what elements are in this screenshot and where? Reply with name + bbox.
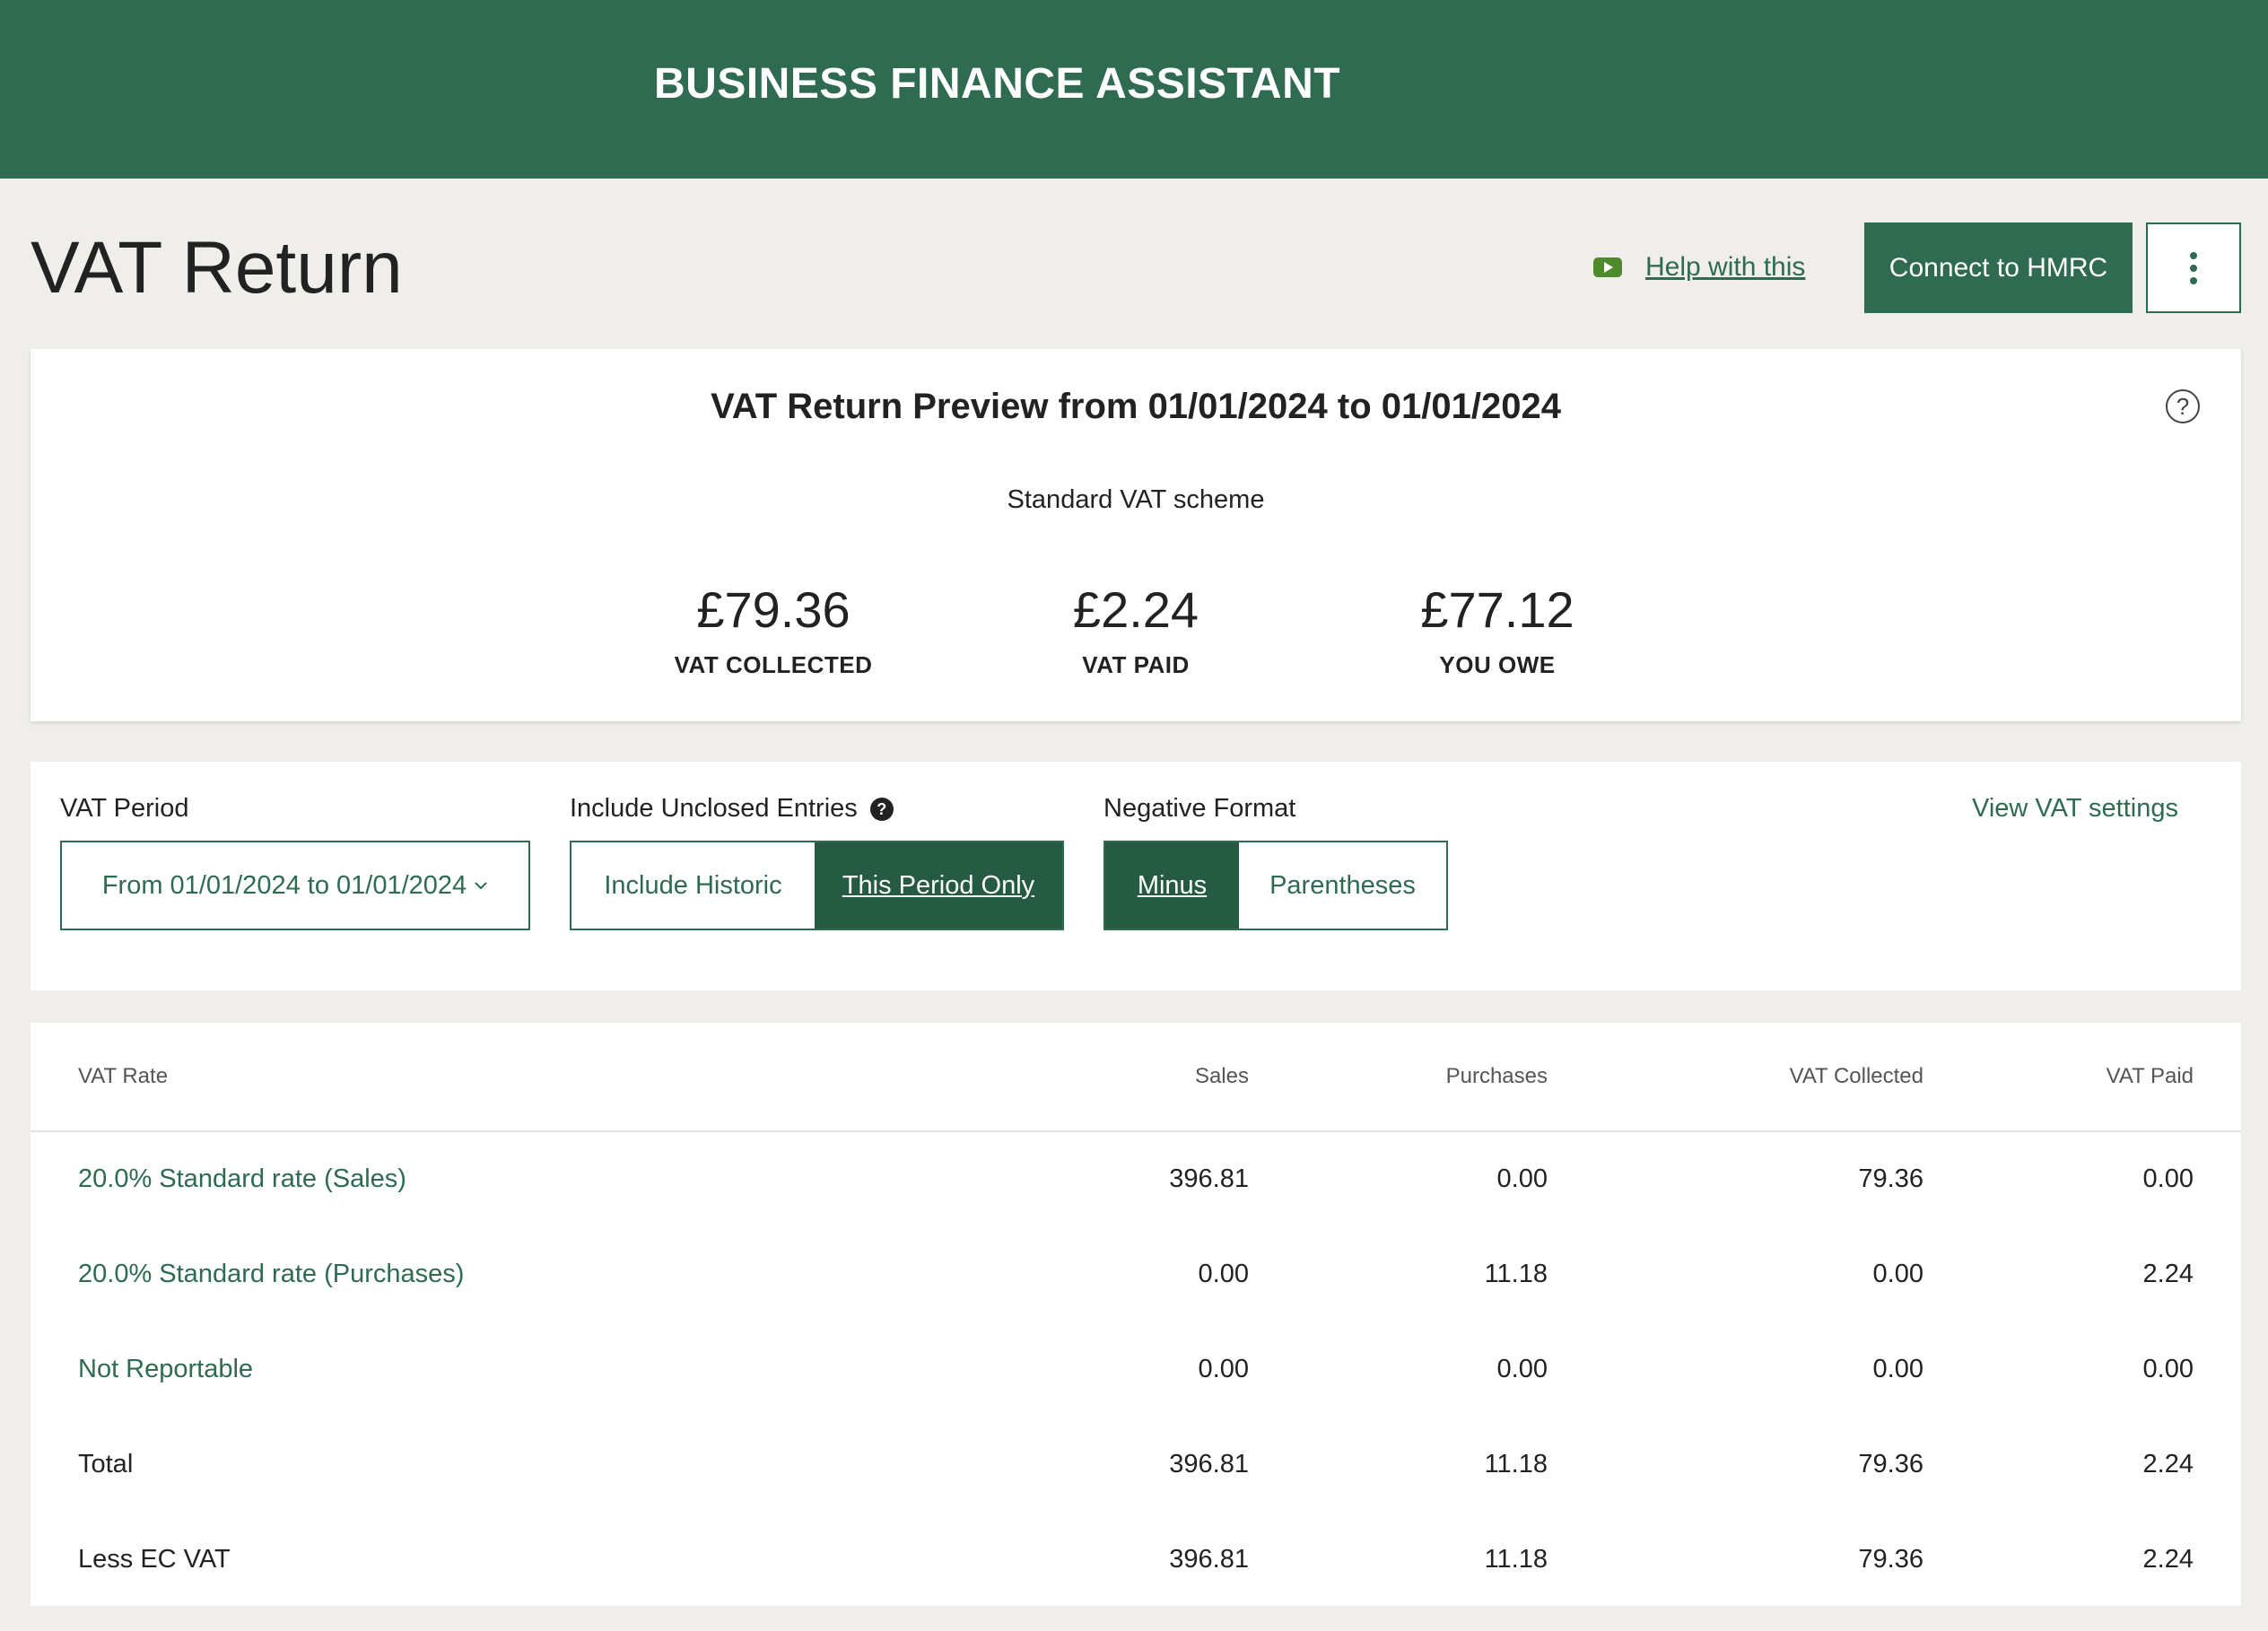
column-header: Sales <box>928 1023 1249 1132</box>
sales-cell: 396.81 <box>1169 1164 1249 1193</box>
stat-label: VAT PAID <box>1082 651 1190 678</box>
negative-format-label: Negative Format <box>1103 794 1296 823</box>
top-bar: BUSINESS FINANCE ASSISTANT <box>0 0 2268 179</box>
stat-label: YOU OWE <box>1439 651 1556 678</box>
vat-rate-link[interactable]: Not Reportable <box>31 1321 928 1417</box>
vat-collected-cell: 0.00 <box>1872 1354 1923 1383</box>
table-header-row: VAT Rate Sales Purchases VAT Collected V… <box>31 1023 2241 1132</box>
stat-vat-collected: £79.36 VAT COLLECTED <box>639 580 908 679</box>
info-icon[interactable]: ? <box>869 798 894 821</box>
purchases-cell: 0.00 <box>1496 1354 1548 1383</box>
purchases-cell: 11.18 <box>1484 1544 1548 1574</box>
vat-collected-cell: 79.36 <box>1858 1449 1923 1478</box>
vat-collected-cell: 79.36 <box>1858 1544 1923 1574</box>
table-row: 20.0% Standard rate (Sales) 396.81 0.00 … <box>31 1131 2241 1226</box>
vat-rate-label: Total <box>78 1449 134 1478</box>
vat-rate-link[interactable]: 20.0% Standard rate (Purchases) <box>31 1226 928 1321</box>
help-link[interactable]: Help with this <box>1593 249 1805 285</box>
unclosed-entries-label-text: Include Unclosed Entries <box>570 794 858 823</box>
filters-card: VAT Period From 01/01/2024 to 01/01/2024… <box>31 762 2241 990</box>
column-header: VAT Rate <box>31 1023 928 1132</box>
vat-rate-table-card: VAT Rate Sales Purchases VAT Collected V… <box>31 1023 2241 1606</box>
vat-period-value: From 01/01/2024 to 01/01/2024 <box>101 870 467 900</box>
parentheses-option[interactable]: Parentheses <box>1239 842 1446 929</box>
vat-scheme: Standard VAT scheme <box>1007 485 1265 514</box>
more-vertical-icon <box>2190 276 2197 284</box>
brand-title: BUSINESS FINANCE ASSISTANT <box>654 60 1341 108</box>
more-vertical-icon <box>2190 251 2197 259</box>
help-circle-icon[interactable]: ? <box>2166 389 2200 423</box>
vat-rate-link[interactable]: 20.0% Standard rate (Sales) <box>31 1131 928 1226</box>
purchases-cell: 11.18 <box>1484 1259 1548 1288</box>
stat-amount: £2.24 <box>1072 581 1199 638</box>
chevron-down-icon <box>475 882 487 890</box>
stat-amount: £77.12 <box>1420 581 1575 638</box>
vat-period-select[interactable]: From 01/01/2024 to 01/01/2024 <box>60 841 530 930</box>
vat-rate-label: Less EC VAT <box>78 1544 231 1574</box>
view-vat-settings-link[interactable]: View VAT settings <box>1972 794 2178 824</box>
negative-format-toggle: Minus Parentheses <box>1103 841 1448 930</box>
stat-vat-paid: £2.24 VAT PAID <box>1001 580 1270 679</box>
vat-summary-card: VAT Return Preview from 01/01/2024 to 01… <box>31 349 2241 721</box>
column-header: Purchases <box>1249 1023 1548 1132</box>
purchases-cell: 11.18 <box>1484 1449 1548 1478</box>
unclosed-entries-label: Include Unclosed Entries? <box>570 794 894 824</box>
purchases-cell: 0.00 <box>1496 1164 1548 1193</box>
sales-cell: 0.00 <box>1198 1259 1249 1288</box>
vat-paid-cell: 0.00 <box>2142 1354 2194 1383</box>
more-options-button[interactable] <box>2146 222 2241 313</box>
more-vertical-icon <box>2190 264 2197 272</box>
include-historic-option[interactable]: Include Historic <box>571 842 815 929</box>
video-play-icon <box>1593 257 1622 277</box>
minus-option[interactable]: Minus <box>1105 842 1239 929</box>
column-header: VAT Collected <box>1548 1023 1923 1132</box>
vat-paid-cell: 0.00 <box>2142 1164 2194 1193</box>
sales-cell: 0.00 <box>1198 1354 1249 1383</box>
help-link-label: Help with this <box>1645 252 1806 282</box>
vat-collected-cell: 79.36 <box>1858 1164 1923 1193</box>
this-period-only-option[interactable]: This Period Only <box>815 842 1062 929</box>
stat-you-owe: £77.12 YOU OWE <box>1363 580 1632 679</box>
sales-cell: 396.81 <box>1169 1544 1249 1574</box>
vat-paid-cell: 2.24 <box>2142 1544 2194 1574</box>
page-title: VAT Return <box>31 227 403 309</box>
vat-period-label: VAT Period <box>60 794 189 823</box>
connect-hmrc-button[interactable]: Connect to HMRC <box>1864 222 2133 313</box>
table-row-less-ec-vat: Less EC VAT 396.81 11.18 79.36 2.24 <box>31 1512 2241 1607</box>
vat-paid-cell: 2.24 <box>2142 1259 2194 1288</box>
table-row-total: Total 396.81 11.18 79.36 2.24 <box>31 1417 2241 1512</box>
vat-rate-table: VAT Rate Sales Purchases VAT Collected V… <box>31 1023 2241 1607</box>
table-row: 20.0% Standard rate (Purchases) 0.00 11.… <box>31 1226 2241 1321</box>
vat-collected-cell: 0.00 <box>1872 1259 1923 1288</box>
stat-label: VAT COLLECTED <box>674 651 873 678</box>
vat-paid-cell: 2.24 <box>2142 1449 2194 1478</box>
table-row: Not Reportable 0.00 0.00 0.00 0.00 <box>31 1321 2241 1417</box>
summary-title: VAT Return Preview from 01/01/2024 to 01… <box>711 387 1561 426</box>
unclosed-entries-toggle: Include Historic This Period Only <box>570 841 1064 930</box>
sales-cell: 396.81 <box>1169 1449 1249 1478</box>
column-header: VAT Paid <box>1923 1023 2241 1132</box>
stat-amount: £79.36 <box>696 581 850 638</box>
